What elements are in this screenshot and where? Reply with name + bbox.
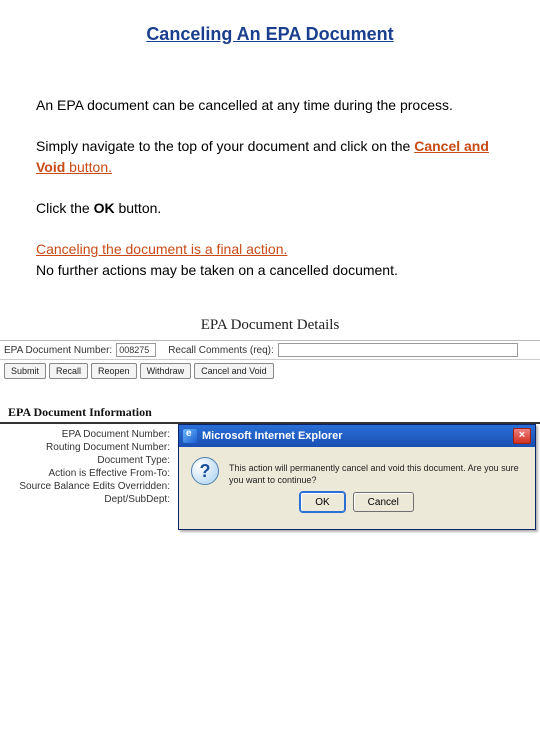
- doc-num-label: EPA Document Number:: [4, 345, 112, 356]
- app-header: EPA Document Details: [0, 311, 540, 340]
- paragraph-warning: Canceling the document is a final action…: [36, 239, 504, 281]
- doc-num-input[interactable]: [116, 343, 156, 357]
- submit-button[interactable]: Submit: [4, 363, 46, 379]
- ie-icon: [183, 429, 197, 443]
- field-row-top: EPA Document Number: Recall Comments (re…: [0, 341, 540, 359]
- action-button-row: Submit Recall Reopen Withdraw Cancel and…: [0, 359, 540, 385]
- dialog-cancel-button[interactable]: Cancel: [353, 492, 414, 512]
- info-label: Dept/SubDept:: [0, 493, 170, 506]
- button-ref-ok: OK: [94, 200, 115, 216]
- question-icon: ?: [191, 457, 219, 485]
- reopen-button[interactable]: Reopen: [91, 363, 137, 379]
- app-screenshot: EPA Document Details EPA Document Number…: [0, 311, 540, 554]
- info-label: Document Type:: [0, 454, 170, 467]
- close-icon[interactable]: ×: [513, 428, 531, 444]
- dialog-title: Microsoft Internet Explorer: [202, 430, 513, 442]
- dialog-body: ? This action will permanently cancel an…: [179, 447, 535, 492]
- dialog-button-row: OK Cancel: [179, 492, 535, 520]
- recall-label: Recall Comments (req):: [168, 345, 274, 356]
- info-label: Action is Effective From-To:: [0, 467, 170, 480]
- info-section-header: EPA Document Information: [0, 401, 540, 424]
- label-text: Routing Document Number:: [46, 442, 170, 453]
- label-text: Source Balance Edits Overridden:: [19, 481, 170, 492]
- paragraph-intro: An EPA document can be cancelled at any …: [36, 95, 504, 116]
- info-area: EPA Document Number: Routing Document Nu…: [0, 424, 540, 554]
- label-text: EPA Document Number:: [62, 429, 170, 440]
- text-fragment: button.: [115, 200, 162, 216]
- page-title: Canceling An EPA Document: [0, 24, 540, 45]
- info-label: EPA Document Number:: [0, 428, 170, 441]
- info-label: Routing Document Number:: [0, 441, 170, 454]
- text-fragment: button.: [65, 159, 112, 175]
- paragraph-navigate: Simply navigate to the top of your docum…: [36, 136, 504, 178]
- dialog-message: This action will permanently cancel and …: [229, 457, 523, 486]
- dialog-titlebar[interactable]: Microsoft Internet Explorer ×: [179, 425, 535, 447]
- label-text: Action is Effective From-To:: [48, 468, 170, 479]
- text-fragment: Click the: [36, 200, 94, 216]
- recall-comments-input[interactable]: [278, 343, 518, 357]
- instruction-content: An EPA document can be cancelled at any …: [0, 95, 540, 281]
- label-text: Dept/SubDept:: [104, 494, 170, 505]
- text-fragment: Simply navigate to the top of your docum…: [36, 138, 414, 154]
- warning-line-2: No further actions may be taken on a can…: [36, 262, 398, 278]
- withdraw-button[interactable]: Withdraw: [140, 363, 192, 379]
- recall-button[interactable]: Recall: [49, 363, 88, 379]
- confirm-dialog: Microsoft Internet Explorer × ? This act…: [178, 424, 536, 530]
- cancel-void-button[interactable]: Cancel and Void: [194, 363, 274, 379]
- warning-line-1: Canceling the document is a final action…: [36, 241, 287, 257]
- dialog-ok-button[interactable]: OK: [300, 492, 344, 512]
- paragraph-click-ok: Click the OK button.: [36, 198, 504, 219]
- label-text: Document Type:: [97, 455, 170, 466]
- info-label: Source Balance Edits Overridden:: [0, 480, 170, 493]
